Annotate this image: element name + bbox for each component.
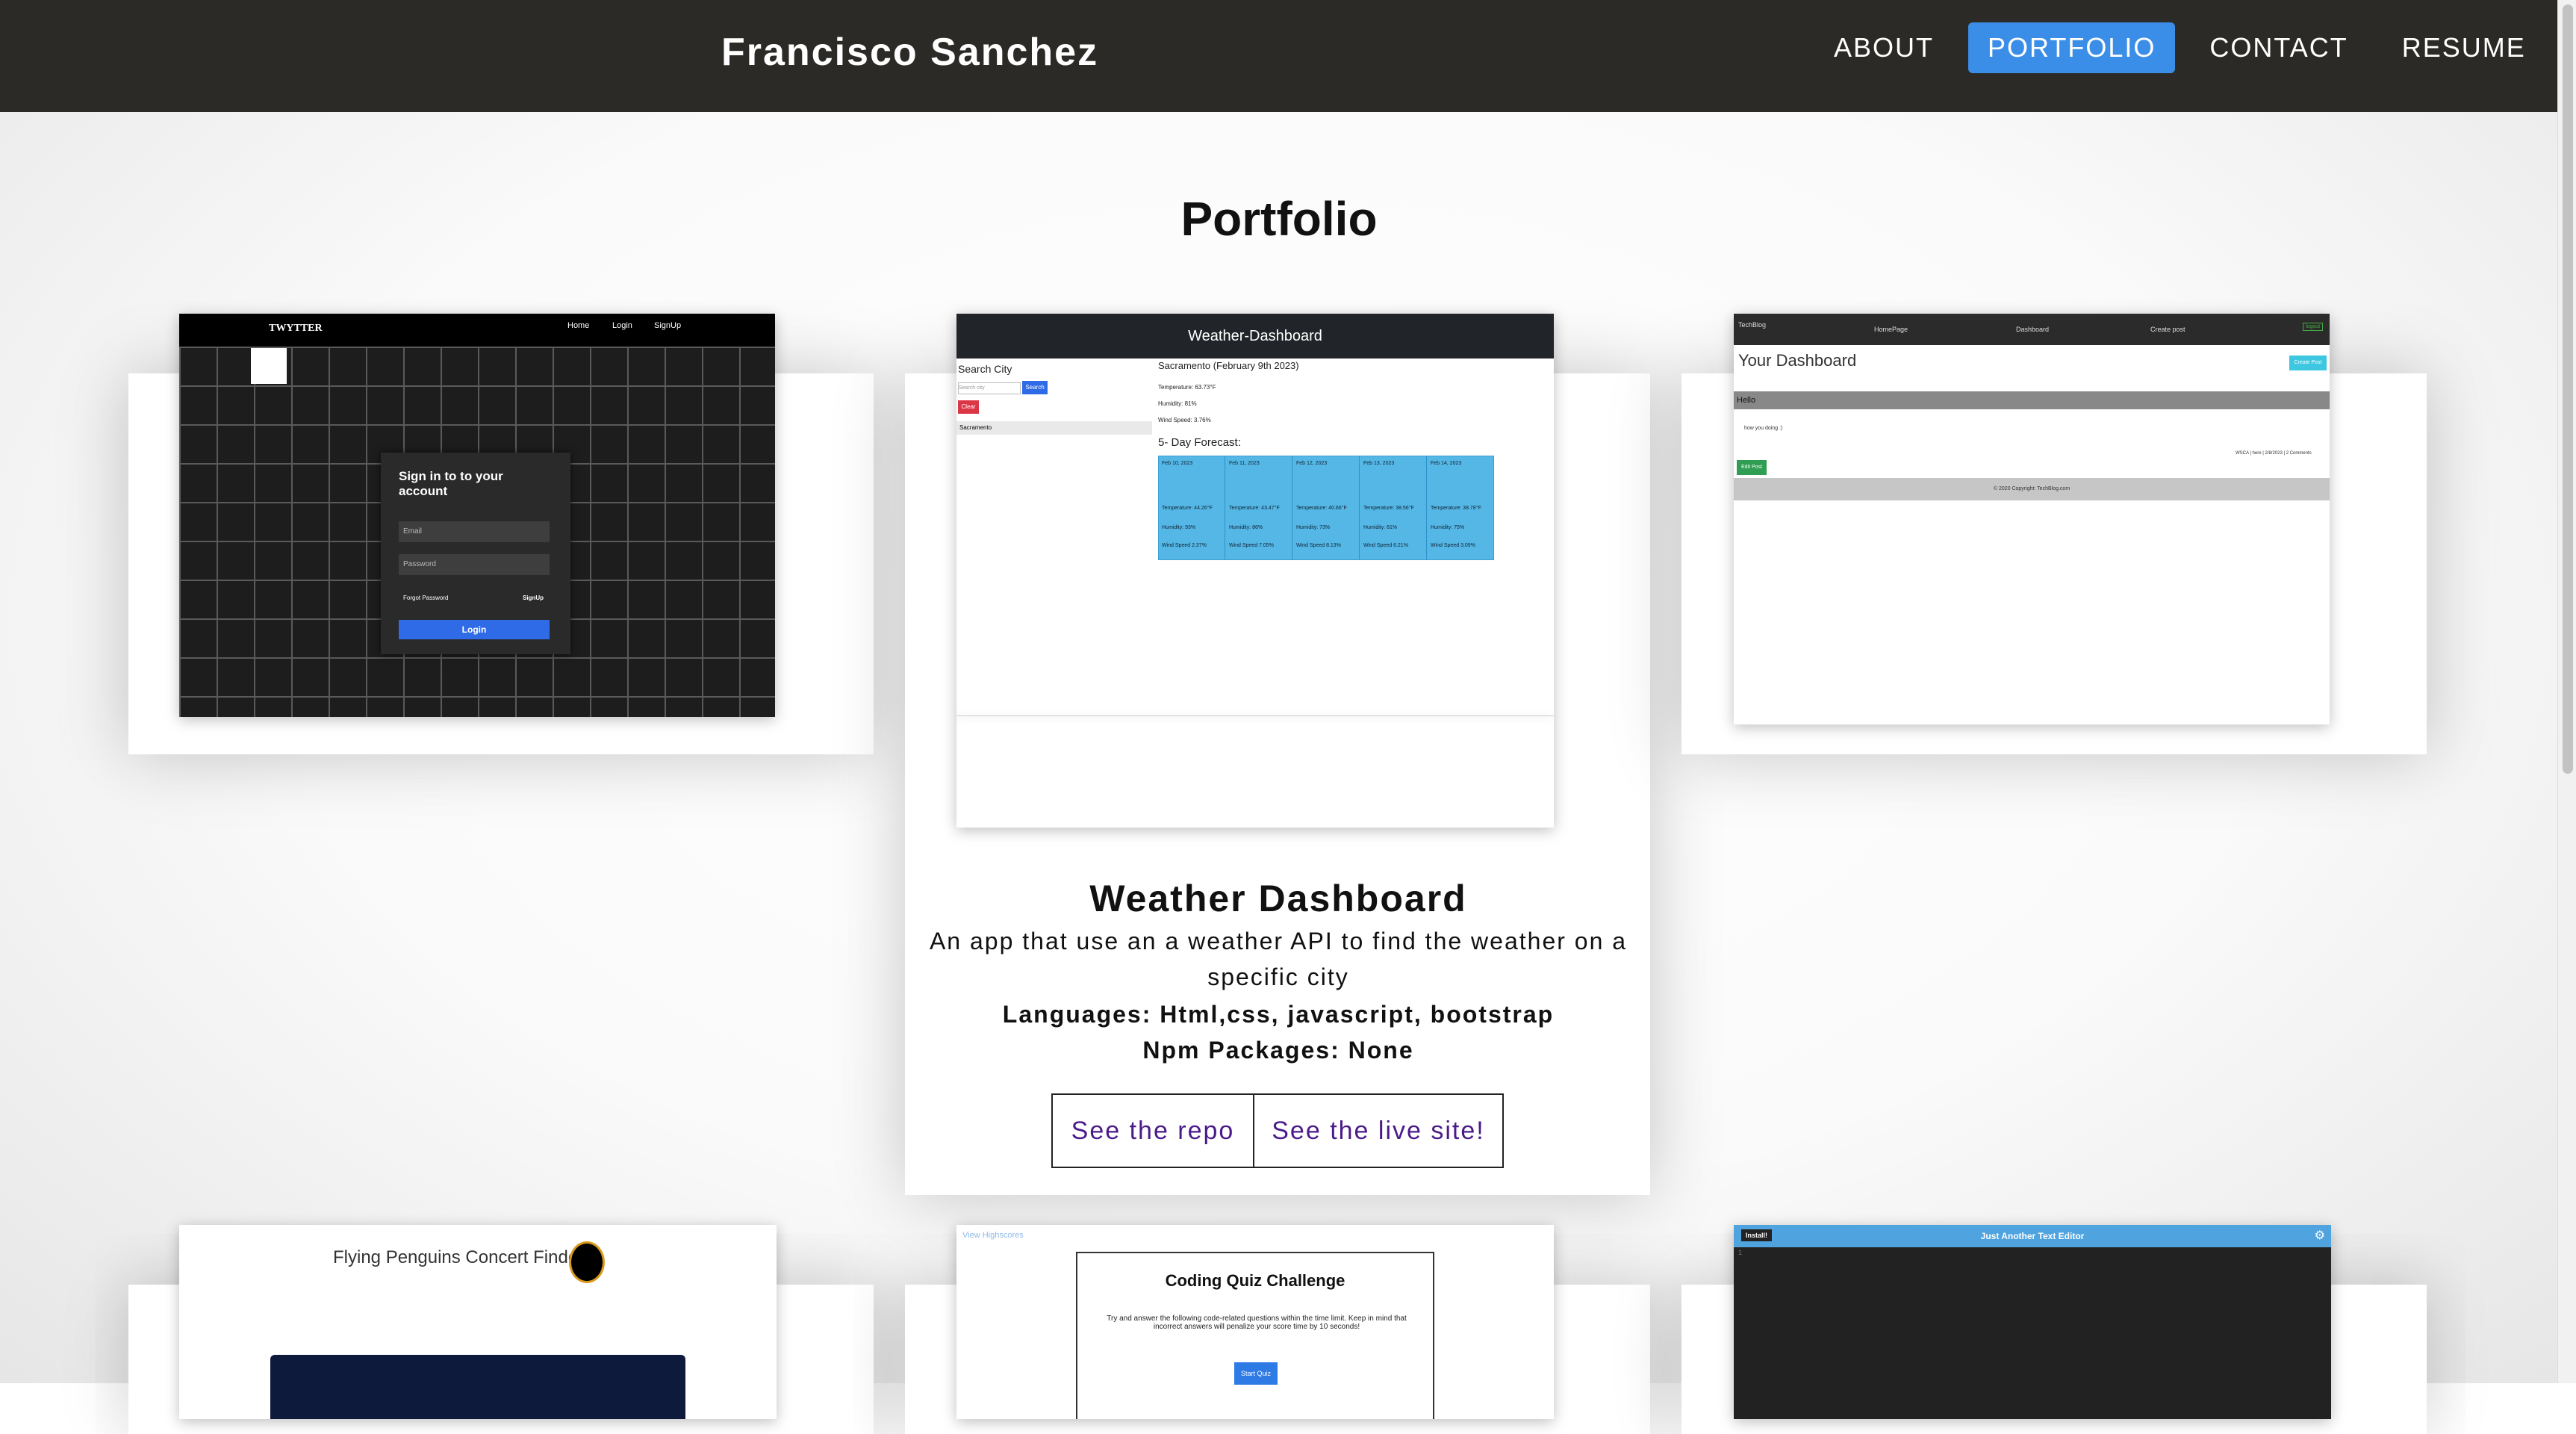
blog-nav-create: Create post — [2150, 326, 2185, 333]
quiz-screenshot[interactable]: View Highscores Coding Quiz Challenge Tr… — [956, 1225, 1554, 1419]
weather-forecast-row: Feb 10, 2023 Temperature: 44.26°F Humidi… — [1158, 456, 1494, 560]
twytter-signup-link: SignUp — [523, 595, 544, 601]
weather-clear-button: Clear — [958, 400, 979, 414]
see-live-site-button[interactable]: See the live site! — [1253, 1093, 1504, 1168]
editor-header: Just Another Text Editor Install! ⚙ — [1734, 1225, 2331, 1247]
blog-heading: Your Dashboard — [1738, 351, 1857, 370]
forecast-day-5: Feb 14, 2023 Temperature: 38.78°F Humidi… — [1431, 461, 1481, 548]
twytter-email-field: Email — [399, 521, 550, 542]
blog-navbar: TechBlog HomePage Dashboard Create post … — [1734, 314, 2330, 345]
weather-history-item: Sacramento — [956, 421, 1152, 435]
blog-post-header: Hello — [1734, 391, 2330, 409]
blog-post-body: how you doing :) — [1744, 426, 1783, 431]
blog-create-button: Create Post — [2289, 356, 2327, 370]
scrollbar-thumb[interactable] — [2563, 4, 2573, 774]
see-repo-button[interactable]: See the repo — [1051, 1093, 1254, 1168]
weather-search-input: Search city — [958, 382, 1021, 394]
project-npm-weather: Npm Packages: None — [1142, 1037, 1414, 1064]
blog-footer: © 2020 Copyright: TechBlog.com — [1734, 478, 2330, 500]
forecast-day-4: Feb 13, 2023 Temperature: 38.56°F Humidi… — [1360, 456, 1427, 559]
weather-current-temp: Temperature: 63.73°F — [1158, 384, 1216, 391]
editor-gear-icon: ⚙ — [2314, 1229, 2325, 1242]
blog-post-meta: WSCA | here | 2/8/2023 | 2 Comments — [2236, 451, 2312, 456]
concert-logo — [569, 1241, 605, 1283]
quiz-highscores-link: View Highscores — [962, 1231, 1024, 1240]
project-languages-weather: Languages: Html,css, javascript, bootstr… — [1002, 1001, 1555, 1028]
twytter-forgot-link: Forgot Password — [403, 595, 449, 601]
blog-logout: logout — [2303, 323, 2324, 331]
nav-portfolio[interactable]: PORTFOLIO — [1968, 22, 2176, 73]
editor-body: 1 — [1734, 1247, 2331, 1419]
weather-search-button: Search — [1022, 381, 1048, 394]
nav-contact[interactable]: CONTACT — [2190, 22, 2367, 73]
editor-line-number: 1 — [1738, 1249, 1743, 1256]
editor-screenshot[interactable]: Just Another Text Editor Install! ⚙ 1 — [1734, 1225, 2331, 1419]
concert-title: Flying Penguins Concert Finder — [333, 1247, 585, 1267]
page-title: Portfolio — [1180, 192, 1378, 246]
twytter-login-heading: Sign in to to your account — [399, 469, 503, 498]
twytter-white-square — [251, 348, 287, 384]
weather-search-label: Search City — [958, 363, 1012, 375]
concert-screenshot[interactable]: Flying Penguins Concert Finder — [179, 1225, 777, 1419]
weather-header: Weather-Dashboard — [956, 314, 1554, 358]
project-title-weather: Weather Dashboard — [1089, 878, 1467, 919]
weather-forecast-label: 5- Day Forecast: — [1158, 436, 1241, 449]
twytter-nav-signup: SignUp — [654, 321, 682, 330]
editor-install-button: Install! — [1741, 1229, 1773, 1241]
nav-about[interactable]: ABOUT — [1814, 22, 1953, 73]
twytter-login-button: Login — [399, 620, 550, 639]
quiz-box: Coding Quiz Challenge Try and answer the… — [1076, 1252, 1434, 1419]
forecast-day-3: Feb 12, 2023 Temperature: 40.66°F Humidi… — [1293, 456, 1360, 559]
top-navbar: Francisco Sanchez ABOUT PORTFOLIO CONTAC… — [0, 0, 2558, 112]
page-scrollbar[interactable] — [2557, 0, 2576, 1383]
twytter-nav-home: Home — [567, 321, 590, 330]
concert-panel — [270, 1355, 685, 1419]
blog-nav-dashboard: Dashboard — [2016, 326, 2050, 333]
twytter-logo: TWYTTER — [269, 323, 323, 334]
nav-resume[interactable]: RESUME — [2383, 22, 2545, 73]
twytter-navbar: TWYTTER Home Login SignUp — [179, 314, 775, 347]
quiz-start-button: Start Quiz — [1234, 1362, 1278, 1385]
twytter-screenshot[interactable]: TWYTTER Home Login SignUp Sign in to to … — [179, 314, 775, 717]
weather-current-wind: Wind Speed: 3.76% — [1158, 417, 1211, 423]
site-brand[interactable]: Francisco Sanchez — [721, 25, 1098, 79]
forecast-day-2: Feb 11, 2023 Temperature: 43.47°F Humidi… — [1226, 456, 1292, 559]
forecast-day-1: Feb 10, 2023 Temperature: 44.26°F Humidi… — [1159, 456, 1225, 559]
editor-title: Just Another Text Editor — [1980, 1231, 2085, 1241]
nav-links: ABOUT PORTFOLIO CONTACT RESUME — [1814, 22, 2545, 73]
blog-nav-home: HomePage — [1874, 326, 1908, 333]
blog-screenshot[interactable]: TechBlog HomePage Dashboard Create post … — [1734, 314, 2330, 724]
blog-edit-button: Edit Post — [1737, 460, 1767, 475]
weather-current-humidity: Humidity: 81% — [1158, 400, 1197, 407]
weather-current-city: Sacramento (February 9th 2023) — [1158, 360, 1299, 371]
twytter-login-box: Sign in to to your account Email Passwor… — [381, 453, 570, 654]
twytter-nav-login: Login — [612, 321, 632, 330]
blog-brand: TechBlog — [1738, 321, 1767, 329]
weather-screenshot[interactable]: Weather-Dashboard Search City Search cit… — [956, 314, 1554, 828]
twytter-password-field: Password — [399, 554, 550, 575]
quiz-title: Coding Quiz Challenge — [1165, 1271, 1345, 1290]
project-description-weather: An app that use an a weather API to find… — [929, 928, 1628, 990]
quiz-instructions: Try and answer the following code-relate… — [1107, 1314, 1407, 1331]
